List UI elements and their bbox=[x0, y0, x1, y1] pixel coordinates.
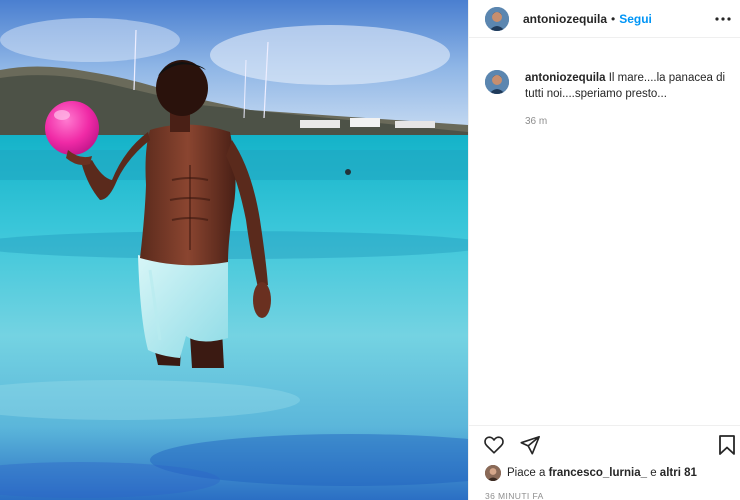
likes-middle: e bbox=[647, 467, 660, 479]
caption-username[interactable]: antoniozequila bbox=[525, 72, 606, 84]
action-bar bbox=[483, 434, 541, 456]
post-author-username[interactable]: antoniozequila bbox=[523, 12, 607, 26]
avatar-image bbox=[485, 70, 509, 94]
first-liker-username[interactable]: francesco_lurnia_ bbox=[549, 467, 647, 479]
post-side-panel: antoniozequila • Segui antoniozequila Il… bbox=[468, 0, 740, 500]
more-options-icon[interactable] bbox=[715, 11, 731, 27]
caption-timestamp[interactable]: 36 m bbox=[525, 116, 730, 127]
heart-icon[interactable] bbox=[483, 434, 505, 456]
caption-text-block: antoniozequila Il mare....la panacea di … bbox=[525, 70, 730, 102]
liker-avatar[interactable] bbox=[485, 465, 501, 481]
caption-body: antoniozequila Il mare....la panacea di … bbox=[525, 70, 730, 127]
follow-button[interactable]: Segui bbox=[619, 12, 652, 26]
likes-prefix: Piace a bbox=[507, 467, 549, 479]
other-likes-link[interactable]: altri 81 bbox=[660, 467, 697, 479]
separator-dot: • bbox=[611, 11, 616, 26]
profile-avatar[interactable] bbox=[485, 6, 509, 31]
paper-plane-icon[interactable] bbox=[519, 434, 541, 456]
post-image[interactable] bbox=[0, 0, 468, 500]
bookmark-icon[interactable] bbox=[717, 434, 737, 456]
caption: antoniozequila Il mare....la panacea di … bbox=[485, 70, 735, 127]
avatar-image bbox=[485, 6, 509, 31]
post-header: antoniozequila • Segui bbox=[469, 0, 740, 38]
post-date[interactable]: 36 MINUTI FA bbox=[485, 491, 544, 500]
likes-summary: Piace a francesco_lurnia_ e altri 81 bbox=[485, 465, 697, 481]
post-footer: Piace a francesco_lurnia_ e altri 81 36 … bbox=[469, 425, 740, 500]
caption-avatar[interactable] bbox=[485, 70, 509, 94]
beach-photo bbox=[0, 0, 468, 500]
